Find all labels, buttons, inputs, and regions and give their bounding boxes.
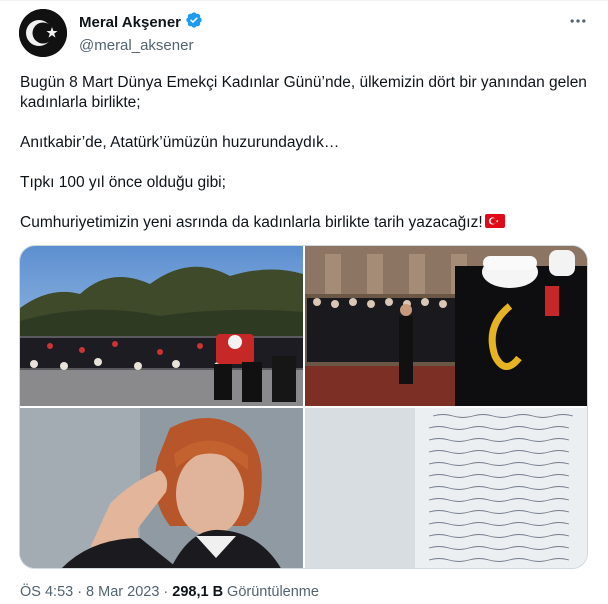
view-count-label: Görüntülenme	[227, 584, 319, 600]
avatar[interactable]	[19, 9, 67, 57]
photo-portrait-salute[interactable]	[20, 408, 303, 568]
photo-honor-guard[interactable]	[305, 246, 587, 406]
tweet-text: Bugün 8 Mart Dünya Emekçi Kadınlar Günü’…	[20, 73, 590, 233]
tweet-meta: ÖS 4:53 · 8 Mar 2023 · 298,1 B Görüntüle…	[20, 584, 319, 600]
verified-badge-icon	[185, 11, 203, 34]
tweet-line: Anıtkabir’de, Atatürk’ümüzün huzurundayd…	[20, 134, 340, 151]
tweet-line: Tıpkı 100 yıl önce olduğu gibi;	[20, 174, 226, 191]
tweet-line: Bugün 8 Mart Dünya Emekçi Kadınlar Günü’…	[20, 74, 592, 111]
view-count: 298,1 B	[172, 584, 224, 600]
author-info: Meral Akşener @meral_aksener	[79, 11, 203, 54]
tweet-date[interactable]: 8 Mar 2023	[86, 584, 159, 600]
author-name[interactable]: Meral Akşener	[79, 14, 181, 31]
photo-handwritten-note[interactable]	[305, 408, 587, 568]
crescent-star-logo-icon	[19, 9, 67, 57]
separator: ·	[163, 584, 169, 600]
more-options-icon[interactable]	[568, 11, 588, 36]
tweet-line: Cumhuriyetimizin yeni asrında da kadınla…	[20, 214, 483, 231]
separator: ·	[77, 584, 83, 600]
author-handle[interactable]: @meral_aksener	[79, 37, 203, 54]
photo-crowd[interactable]	[20, 246, 303, 406]
media-grid	[19, 245, 588, 569]
turkey-flag-icon	[484, 214, 505, 228]
tweet-card: Meral Akşener @meral_aksener Bugün 8 Mar…	[0, 0, 608, 604]
tweet-time[interactable]: ÖS 4:53	[20, 584, 73, 600]
